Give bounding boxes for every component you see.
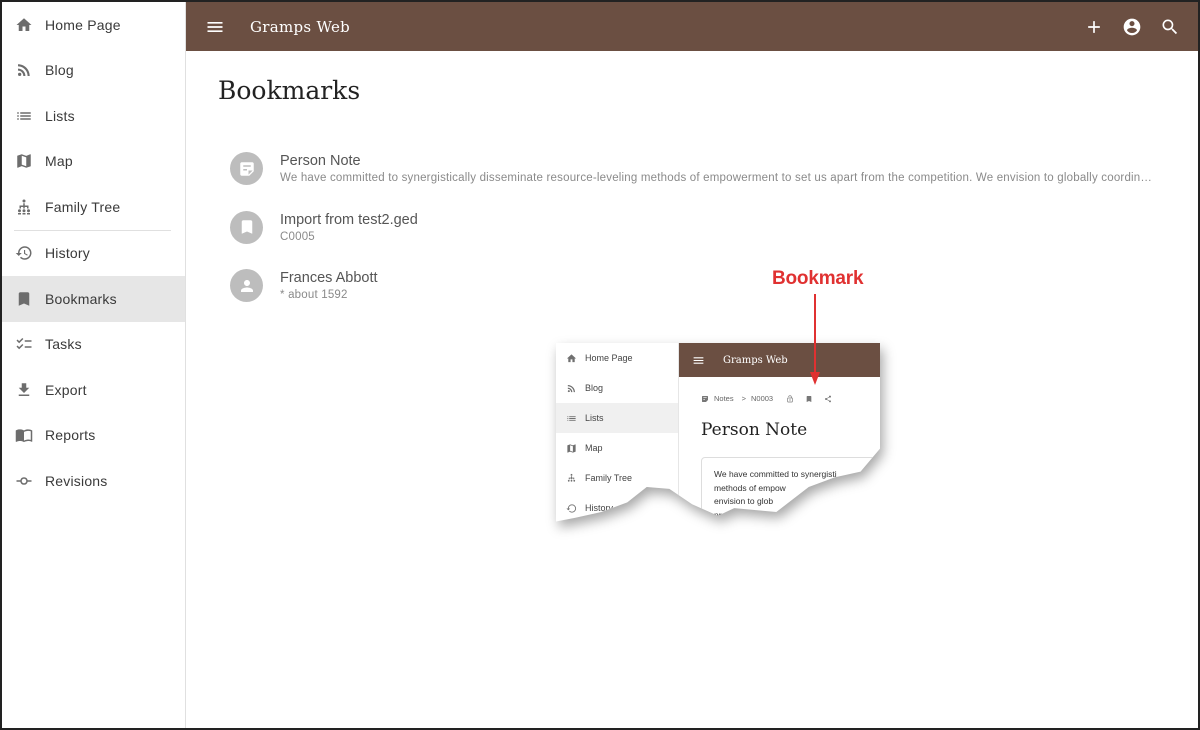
account-icon[interactable] [1120,15,1144,39]
family-tree-icon [565,472,577,484]
rss-icon [14,60,34,80]
bookmark-title: Import from test2.ged [280,211,418,228]
inset-screenshot: Home Page Blog Lists Map Family Tree His… [556,343,880,535]
rss-icon [565,382,577,394]
sidebar-item-label: Bookmarks [45,290,117,307]
list-icon [565,412,577,424]
inset-sidebar-item: Blog [556,373,678,403]
inset-sidebar-item: Family Tree [556,463,678,493]
sidebar-item-home-page[interactable]: Home Page [2,2,185,48]
bookmark-title: Person Note [280,153,361,169]
commit-icon [14,471,34,491]
inset-sidebar-label: Map [585,443,603,453]
bookmark-list: Person Note We have committed to synergi… [230,145,1170,321]
bookmark-icon [806,395,812,402]
inset-body: Home Page Blog Lists Map Family Tree His… [556,343,880,522]
inset-sidebar-label: History [585,503,614,513]
map-icon [14,151,34,171]
lock-open-icon [787,394,793,402]
list-item[interactable]: Import from test2.ged C0005 [230,204,1170,263]
search-icon[interactable] [1158,15,1182,39]
list-icon [14,106,34,126]
note-icon [702,395,708,402]
inset-sidebar: Home Page Blog Lists Map Family Tree His… [556,343,679,522]
inset-note-line: We have committed to synergisti [714,469,837,479]
home-icon [565,352,577,364]
inset-page-title: Person Note [701,420,808,440]
inset-sidebar-item: Lists [556,403,678,433]
annotation-label: Bookmark [772,268,864,289]
checklist-icon [14,334,34,354]
history-icon [14,243,34,263]
inset-breadcrumb-id: N0003 [750,394,774,403]
list-item[interactable]: Person Note We have committed to synergi… [230,145,1170,204]
inset-sidebar-item: Home Page [556,343,678,373]
inset-note-card: We have committed to synergisti methods … [701,457,880,522]
inset-note-line: professional [714,509,760,520]
bookmark-subtitle: * about 1592 [280,289,348,301]
sidebar-item-family-tree[interactable]: Family Tree [2,184,185,230]
sidebar-item-label: Map [45,153,73,170]
history-icon [565,502,577,514]
inset-sidebar-label: Blog [585,383,604,393]
sidebar-item-bookmarks[interactable]: Bookmarks [2,276,185,322]
inset-sidebar-label: Lists [585,413,604,423]
inset-app-bar: Gramps Web [679,343,880,377]
sidebar-item-label: Reports [45,427,96,444]
page-title: Bookmarks [218,76,361,105]
sidebar-item-blog[interactable]: Blog [2,48,185,94]
bookmark-subtitle: We have committed to synergistically dis… [280,172,1156,184]
sidebar-item-label: Family Tree [45,198,121,215]
bookmark-subtitle: C0005 [280,230,315,243]
sidebar-item-revisions[interactable]: Revisions [2,458,185,504]
note-icon [230,152,263,185]
sidebar-item-reports[interactable]: Reports [2,413,185,459]
inset-sidebar-label: Home Page [585,353,633,363]
sidebar-item-lists[interactable]: Lists [2,93,185,139]
list-item[interactable]: Frances Abbott * about 1592 [230,262,1170,321]
sidebar-item-label: Tasks [45,336,82,353]
sidebar-item-export[interactable]: Export [2,367,185,413]
sidebar-item-label: Revisions [45,472,108,489]
inset-breadcrumb-section: Notes [714,394,734,403]
bookmark-icon [230,210,263,244]
family-tree-icon [14,197,34,217]
app-bar: Gramps Web [186,2,1198,51]
app-bar-actions [1082,15,1182,39]
inset-breadcrumb-separator: > [741,394,746,403]
menu-icon[interactable] [204,16,226,38]
inset-sidebar-label: Family Tree [585,473,633,483]
inset-app-title: Gramps Web [723,354,788,366]
inset-note-line: methods of empow [714,482,786,493]
book-icon [14,425,34,445]
person-icon [230,269,263,302]
sidebar-item-tasks[interactable]: Tasks [2,322,185,368]
sidebar-item-label: Export [45,381,87,398]
sidebar-item-map[interactable]: Map [2,139,185,185]
inset-sidebar-item: Map [556,433,678,463]
app-title: Gramps Web [250,17,351,36]
download-icon [14,380,34,400]
bookmark-icon [14,289,34,309]
sidebar-item-label: History [45,245,90,262]
bookmark-title: Frances Abbott [280,270,378,286]
sidebar: Home Page Blog Lists Map Family Tree His… [2,2,186,728]
sidebar-item-history[interactable]: History [2,231,185,277]
add-icon[interactable] [1082,15,1106,39]
inset-note-line: envision to glob [714,496,774,506]
annotation-arrow [810,294,820,385]
inset-sidebar-item: History [556,493,678,522]
sidebar-item-label: Home Page [45,16,121,33]
home-icon [14,15,34,35]
sidebar-item-label: Lists [45,107,75,124]
menu-icon [693,356,704,364]
inset-breadcrumb: Notes > N0003 [701,394,832,403]
share-icon [825,395,832,402]
map-icon [565,442,577,454]
sidebar-item-label: Blog [45,62,74,79]
